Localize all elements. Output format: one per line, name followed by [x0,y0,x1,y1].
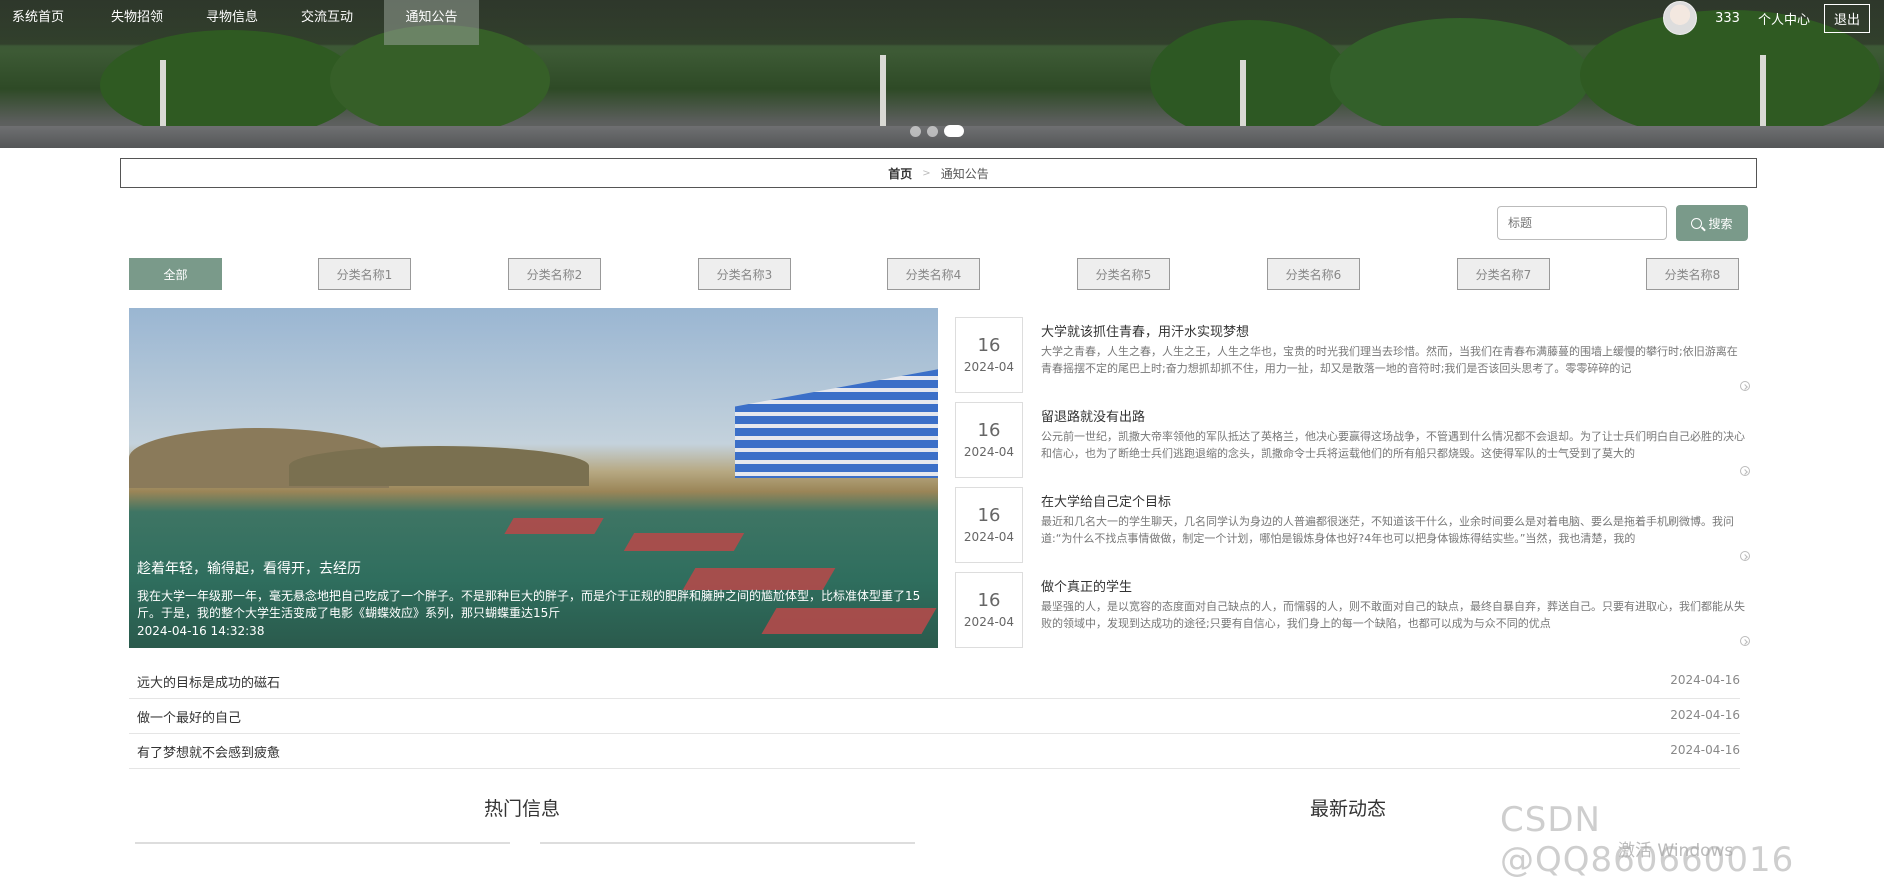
news-summary: 最近和几名大一的学生聊天，几名同学认为身边的人普遍都很迷茫，不知道该干什么，业余… [1041,515,1734,545]
news-title[interactable]: 留退路就没有出路 [1041,406,1145,425]
nav-forum[interactable]: 交流互动 [289,0,384,45]
category-tab-4[interactable]: 分类名称4 [887,258,980,290]
list-item-title[interactable]: 做一个最好的自己 [137,707,241,726]
arrow-circle-icon[interactable] [1740,466,1750,476]
feature-court [623,533,745,551]
nav-search-items[interactable]: 寻物信息 [194,0,289,45]
arrow-circle-icon[interactable] [1740,381,1750,391]
user-center-link[interactable]: 个人中心 [1758,9,1810,28]
list-item-date: 2024-04-16 [1670,673,1740,687]
main-nav: 系统首页 失物招领 寻物信息 交流互动 通知公告 [0,0,479,45]
windows-activation-watermark: 激活 Windows [1618,841,1734,861]
carousel-dot-active[interactable] [944,125,964,137]
news-date: 16 2024-04 [955,402,1023,478]
category-tab-1[interactable]: 分类名称1 [318,258,411,290]
news-summary: 大学之青春，人生之春，人生之王，人生之华也，宝贵的时光我们理当去珍惜。然而，当我… [1041,345,1738,375]
feature-building [735,368,938,478]
list-item-date: 2024-04-16 [1670,708,1740,722]
breadcrumb-separator: > [922,167,931,179]
search-input[interactable] [1497,206,1667,240]
category-tab-3[interactable]: 分类名称3 [698,258,791,290]
news-item[interactable]: 16 2024-04 在大学给自己定个目标 最近和几名大一的学生聊天，几名同学认… [955,483,1750,563]
carousel-dot[interactable] [910,125,921,137]
search-icon [1691,217,1703,229]
news-item[interactable]: 16 2024-04 大学就该抓住青春，用汗水实现梦想 大学之青春，人生之春，人… [955,313,1750,393]
avatar[interactable] [1663,1,1698,35]
featured-article[interactable]: 趁着年轻，输得起，看得开，去经历 我在大学一年级那一年，毫无悬念地把自己吃成了一… [129,308,938,648]
section-divider [540,842,915,844]
banner-tree [100,30,360,140]
news-date: 16 2024-04 [955,487,1023,563]
category-tab-2[interactable]: 分类名称2 [508,258,601,290]
news-day: 16 [977,590,1001,611]
featured-caption: 趁着年轻，输得起，看得开，去经历 我在大学一年级那一年，毫无悬念地把自己吃成了一… [137,558,930,638]
logout-button[interactable]: 退出 [1823,3,1870,33]
news-day: 16 [977,505,1001,526]
top-banner: 系统首页 失物招领 寻物信息 交流互动 通知公告 333 个人中心 退出 [0,0,1884,148]
news-title[interactable]: 做个真正的学生 [1041,576,1132,595]
news-item[interactable]: 16 2024-04 留退路就没有出路 公元前一世纪，凯撒大帝率领他的军队抵达了… [955,398,1750,478]
list-item-title[interactable]: 远大的目标是成功的磁石 [137,672,280,691]
carousel-dot[interactable] [927,125,938,137]
search-button-label: 搜索 [1708,216,1733,231]
user-name: 333 [1715,10,1740,26]
search-button[interactable]: 搜索 [1676,205,1748,241]
hot-info-heading: 热门信息 [484,798,561,820]
banner-tree [1330,18,1590,138]
nav-lost-found[interactable]: 失物招领 [99,0,194,45]
news-year-month: 2024-04 [963,530,1015,544]
nav-notices[interactable]: 通知公告 [384,0,479,45]
news-date: 16 2024-04 [955,572,1023,648]
news-year-month: 2024-04 [963,445,1015,459]
news-title[interactable]: 在大学给自己定个目标 [1041,491,1171,510]
breadcrumb: 首页 > 通知公告 [120,158,1757,188]
feature-court [504,518,604,534]
breadcrumb-home[interactable]: 首页 [888,165,912,182]
featured-time: 2024-04-16 14:32:38 [137,624,265,638]
arrow-circle-icon[interactable] [1740,551,1750,561]
category-tab-7[interactable]: 分类名称7 [1457,258,1550,290]
nav-home[interactable]: 系统首页 [0,0,99,45]
latest-news-heading: 最新动态 [1310,798,1387,820]
list-item-date: 2024-04-16 [1670,743,1740,757]
list-item[interactable]: 远大的目标是成功的磁石 2024-04-16 [129,664,1740,699]
carousel-dots [910,125,964,137]
category-tab-5[interactable]: 分类名称5 [1077,258,1170,290]
news-title[interactable]: 大学就该抓住青春，用汗水实现梦想 [1041,321,1249,340]
news-summary: 最坚强的人，是以宽容的态度面对自己缺点的人，而懦弱的人，则不敢面对自己的缺点，最… [1041,600,1745,630]
news-date: 16 2024-04 [955,317,1023,393]
list-item[interactable]: 有了梦想就不会感到疲惫 2024-04-16 [129,734,1740,769]
banner-trunk [880,55,886,135]
list-item-title[interactable]: 有了梦想就不会感到疲惫 [137,742,280,761]
breadcrumb-current: 通知公告 [940,166,989,181]
news-year-month: 2024-04 [963,615,1015,629]
news-item[interactable]: 16 2024-04 做个真正的学生 最坚强的人，是以宽容的态度面对自己缺点的人… [955,568,1750,648]
category-tab-8[interactable]: 分类名称8 [1646,258,1739,290]
news-summary: 公元前一世纪，凯撒大帝率领他的军队抵达了英格兰，他决心要赢得这场战争，不管遇到什… [1041,430,1745,460]
news-day: 16 [977,420,1001,441]
news-day: 16 [977,335,1001,356]
category-tab-all[interactable]: 全部 [129,258,222,290]
category-tab-6[interactable]: 分类名称6 [1267,258,1360,290]
banner-tree [1150,20,1350,140]
arrow-circle-icon[interactable] [1740,636,1750,646]
news-year-month: 2024-04 [963,360,1015,374]
list-item[interactable]: 做一个最好的自己 2024-04-16 [129,699,1740,734]
feature-hill [289,446,589,486]
section-divider [135,842,510,844]
featured-description: 我在大学一年级那一年，毫无悬念地把自己吃成了一个胖子。不是那种巨大的胖子，而是介… [137,589,921,620]
user-area: 333 个人中心 退出 [1663,0,1884,36]
featured-title: 趁着年轻，输得起，看得开，去经历 [137,561,361,577]
category-tabs: 全部 分类名称1 分类名称2 分类名称3 分类名称4 分类名称5 分类名称6 分… [129,258,1740,290]
